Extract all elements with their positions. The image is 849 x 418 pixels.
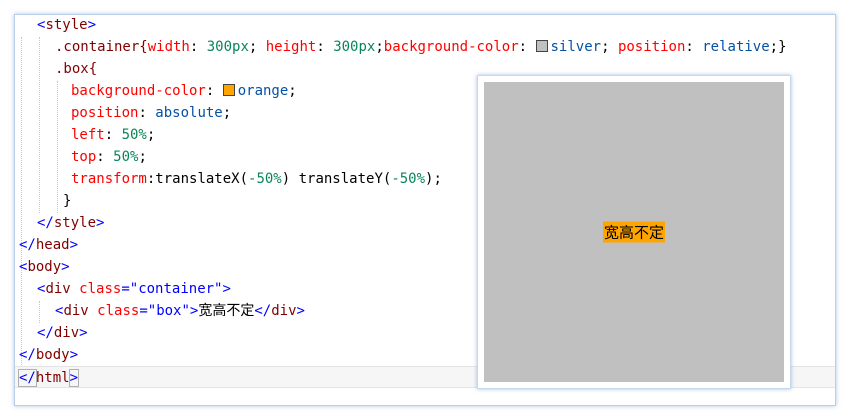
token: ; (601, 39, 618, 55)
token: 300px (333, 39, 376, 55)
token: .box{ (55, 61, 98, 77)
token: style (45, 17, 88, 33)
token: body (27, 259, 62, 275)
token: ); (425, 171, 442, 187)
token: position (71, 105, 139, 121)
token: body (35, 347, 70, 363)
token: left (71, 127, 105, 143)
token: div (271, 303, 297, 319)
token: ; (288, 83, 297, 99)
token: class (79, 281, 122, 297)
token: > (222, 281, 231, 297)
token: head (35, 237, 70, 253)
container-demo: 宽高不定 (484, 82, 784, 382)
code-line-style-open: <style> (15, 15, 835, 36)
token: </ (37, 325, 54, 341)
token: > (61, 259, 70, 275)
token: background-color (383, 39, 519, 55)
token: > (69, 347, 79, 363)
token: </ (19, 347, 36, 363)
token: style (53, 215, 97, 231)
token: "box" (147, 303, 190, 319)
token: > (296, 303, 305, 319)
token: 50% (121, 127, 147, 143)
token: position (617, 39, 686, 55)
token: </ (37, 215, 54, 231)
color-swatch-silver[interactable] (535, 40, 548, 52)
token: ; (248, 39, 266, 55)
token: = (121, 281, 130, 297)
token: .container{ (55, 39, 148, 55)
token: "container" (129, 281, 223, 297)
token: background-color (71, 83, 206, 99)
token: : (189, 39, 207, 55)
code-line-container-rule: .container{width: 300px; height: 300px;b… (15, 36, 835, 58)
token: 300px (206, 39, 249, 55)
token: relative (702, 39, 770, 55)
token: > (69, 237, 79, 253)
token: ; (375, 39, 384, 55)
token: ; (138, 149, 147, 165)
token: html (35, 370, 70, 386)
token: </ (18, 369, 37, 387)
token: class (97, 303, 140, 319)
token: translateY( (298, 171, 392, 187)
token: : (104, 127, 122, 143)
token: -50% (248, 171, 282, 187)
token: </ (19, 237, 36, 253)
token: silver (550, 39, 602, 55)
token: top (71, 149, 97, 165)
token: 宽高不定 (198, 303, 255, 319)
screenshot-frame: <style> .container{width: 300px; height:… (14, 14, 836, 406)
render-preview-window: 宽高不定 (477, 75, 791, 389)
token: = (139, 303, 148, 319)
token: -50% (391, 171, 426, 187)
token: : (138, 105, 156, 121)
token: ; (222, 105, 232, 121)
token: translateX( (155, 171, 249, 187)
token: orange (237, 83, 289, 99)
token: transform (71, 171, 147, 187)
token: ;} (769, 39, 787, 55)
token: > (87, 17, 97, 33)
token: width (147, 39, 190, 55)
box-demo: 宽高不定 (602, 221, 666, 243)
token: height (265, 39, 317, 55)
token: absolute (155, 105, 223, 121)
token: 50% (113, 149, 139, 165)
token: : (96, 149, 114, 165)
token: > (79, 325, 88, 341)
token: > (68, 369, 80, 387)
token: : (205, 83, 223, 99)
token: ) (281, 171, 299, 187)
token: } (63, 193, 72, 209)
token: div (63, 303, 89, 319)
token: div (45, 281, 71, 297)
token: div (53, 325, 80, 341)
token: > (96, 215, 105, 231)
token: : (685, 39, 703, 55)
token: : (518, 39, 536, 55)
token: ; (146, 127, 156, 143)
token: : (316, 39, 334, 55)
color-swatch-orange[interactable] (222, 84, 235, 96)
token: </ (254, 303, 272, 319)
